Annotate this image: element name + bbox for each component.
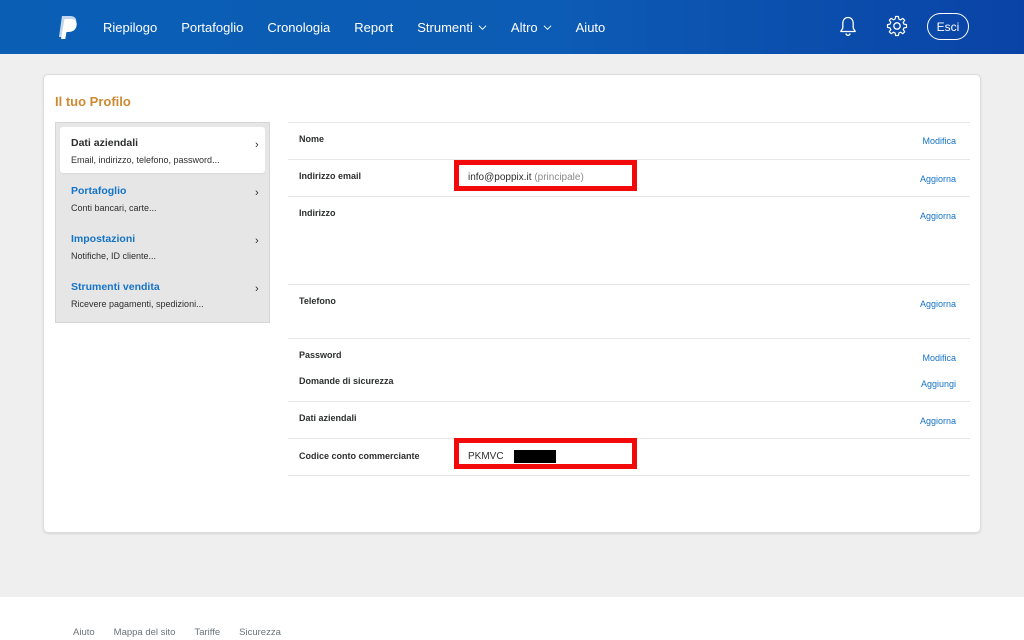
edit-password-link[interactable]: Modifica (922, 353, 956, 363)
add-security-questions-link[interactable]: Aggiungi (921, 379, 956, 389)
sidebar-item-label: Dati aziendali (71, 137, 139, 149)
update-business-data-link[interactable]: Aggiorna (920, 416, 956, 426)
sidebar-item-strumenti-vendita[interactable]: Strumenti vendita Ricevere pagamenti, sp… (60, 271, 265, 317)
sidebar-item-description: Notifiche, ID cliente... (71, 251, 157, 261)
footer-link-tariffe[interactable]: Tariffe (194, 627, 220, 638)
footer-links: Aiuto Mappa del sito Tariffe Sicurezza (73, 627, 300, 638)
update-phone-link[interactable]: Aggiorna (920, 299, 956, 309)
email-address: info@poppix.it (468, 172, 532, 183)
top-navigation-bar: Riepilogo Portafoglio Cronologia Report … (0, 0, 1024, 54)
redaction-bar (513, 450, 556, 463)
row-label-indirizzo: Indirizzo (299, 208, 336, 218)
bell-icon[interactable] (836, 14, 860, 38)
email-value: info@poppix.it (principale) (468, 172, 584, 183)
divider (288, 122, 970, 123)
row-label-password: Password (299, 350, 342, 360)
profile-sidebar: Dati aziendali Email, indirizzo, telefon… (55, 122, 270, 323)
update-email-link[interactable]: Aggiorna (920, 174, 956, 184)
row-label-merchant-id: Codice conto commerciante (299, 451, 420, 461)
nav-label: Portafoglio (181, 19, 244, 35)
divider (288, 475, 970, 476)
chevron-right-icon: › (255, 139, 259, 151)
nav-portafoglio[interactable]: Portafoglio (181, 20, 243, 35)
divider (288, 284, 970, 285)
sidebar-item-label: Impostazioni (71, 233, 136, 245)
nav-label: Cronologia (267, 19, 331, 35)
email-value-highlight: info@poppix.it (principale) (454, 160, 637, 191)
row-label-security-questions: Domande di sicurezza (299, 376, 394, 386)
row-label-business-data: Dati aziendali (299, 413, 357, 423)
chevron-down-icon (543, 24, 552, 30)
row-label-telefono: Telefono (299, 296, 336, 306)
sidebar-item-label: Portafoglio (71, 185, 127, 197)
footer-link-mappa-del-sito[interactable]: Mappa del sito (114, 627, 176, 638)
nav-aiuto[interactable]: Aiuto (576, 20, 606, 35)
sidebar-item-description: Ricevere pagamenti, spedizioni... (71, 299, 204, 309)
merchant-id-highlight: PKMVC (454, 438, 637, 469)
chevron-down-icon (478, 24, 487, 30)
divider (288, 338, 970, 339)
nav-riepilogo[interactable]: Riepilogo (103, 20, 157, 35)
nav-cronologia[interactable]: Cronologia (267, 20, 330, 35)
row-label-nome: Nome (299, 134, 325, 144)
chevron-right-icon: › (255, 187, 259, 199)
merchant-id-value: PKMVC (468, 450, 556, 463)
nav-altro[interactable]: Altro (511, 20, 552, 35)
nav-label: Report (354, 19, 394, 35)
paypal-logo[interactable] (56, 15, 78, 39)
nav-label: Aiuto (575, 19, 606, 35)
update-address-link[interactable]: Aggiorna (920, 211, 956, 221)
logout-button[interactable]: Esci (927, 13, 969, 40)
email-primary-note: (principale) (534, 172, 584, 183)
nav-label: Riepilogo (103, 19, 158, 35)
page-title: Il tuo Profilo (55, 94, 131, 109)
row-label-email: Indirizzo email (299, 171, 362, 181)
merchant-id-visible-part: PKMVC (468, 451, 504, 463)
sidebar-item-dati-aziendali[interactable]: Dati aziendali Email, indirizzo, telefon… (60, 127, 265, 173)
sidebar-item-portafoglio[interactable]: Portafoglio Conti bancari, carte... › (60, 175, 265, 221)
sidebar-item-description: Conti bancari, carte... (71, 203, 157, 213)
sidebar-item-label: Strumenti vendita (71, 281, 160, 293)
footer-link-aiuto[interactable]: Aiuto (73, 627, 95, 638)
divider (288, 401, 970, 402)
main-nav: Riepilogo Portafoglio Cronologia Report … (103, 0, 629, 54)
chevron-right-icon: › (255, 283, 259, 295)
footer: Aiuto Mappa del sito Tariffe Sicurezza (0, 597, 1024, 640)
profile-card: Il tuo Profilo Dati aziendali Email, ind… (44, 75, 980, 532)
divider (288, 196, 970, 197)
sidebar-item-impostazioni[interactable]: Impostazioni Notifiche, ID cliente... › (60, 223, 265, 269)
edit-name-link[interactable]: Modifica (922, 136, 956, 146)
chevron-right-icon: › (255, 235, 259, 247)
sidebar-item-description: Email, indirizzo, telefono, password... (71, 155, 220, 165)
nav-report[interactable]: Report (354, 20, 393, 35)
footer-link-sicurezza[interactable]: Sicurezza (239, 627, 281, 638)
nav-strumenti[interactable]: Strumenti (417, 20, 487, 35)
gear-icon[interactable] (885, 14, 909, 38)
nav-label: Strumenti (417, 19, 473, 35)
nav-label: Altro (510, 19, 538, 35)
